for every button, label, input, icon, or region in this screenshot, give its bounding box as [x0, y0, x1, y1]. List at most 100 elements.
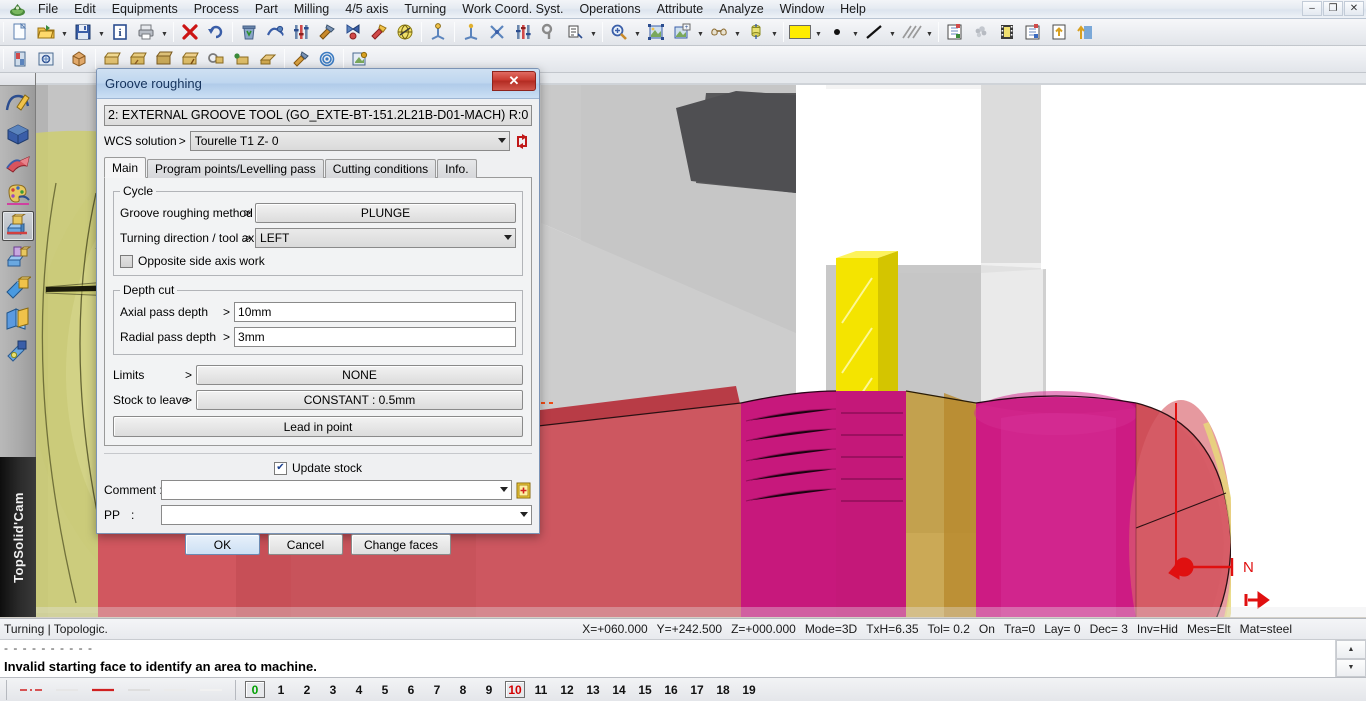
layer-button-3[interactable]: 3 — [323, 681, 343, 698]
linestyle-dashdot-swatch[interactable] — [13, 681, 49, 699]
scroll-up-button[interactable]: ▲ — [1336, 640, 1366, 659]
stock-icon[interactable] — [67, 48, 91, 71]
menu-milling[interactable]: Milling — [286, 0, 337, 19]
line-style-icon[interactable] — [862, 21, 886, 44]
sidebar-milling-icon[interactable] — [2, 242, 34, 272]
message-scroll-spinner[interactable]: ▲ ▼ — [1335, 640, 1366, 677]
sidebar-sketch-icon[interactable] — [2, 87, 34, 117]
ok-button[interactable]: OK — [184, 534, 260, 555]
color-dropdown-arrow[interactable]: ▼ — [813, 21, 824, 44]
view-add-dropdown-arrow[interactable]: ▼ — [695, 21, 706, 44]
parameters-icon[interactable] — [289, 21, 313, 44]
menu-work-coord-syst[interactable]: Work Coord. Syst. — [454, 0, 571, 19]
update-stock-row[interactable]: ✔ Update stock — [104, 461, 532, 475]
layer-button-17[interactable]: 17 — [687, 681, 707, 698]
layer-button-16[interactable]: 16 — [661, 681, 681, 698]
menu-help[interactable]: Help — [832, 0, 874, 19]
linestyle-light-3-swatch[interactable] — [193, 681, 229, 699]
close-button[interactable]: ✕ — [1344, 1, 1364, 16]
linestyle-light-2-swatch[interactable] — [157, 681, 193, 699]
hatch-style-icon[interactable] — [899, 21, 923, 44]
menu-turning[interactable]: Turning — [396, 0, 454, 19]
layer-button-1[interactable]: 1 — [271, 681, 291, 698]
probe-icon[interactable] — [537, 21, 561, 44]
menu-4-5-axis[interactable]: 4/5 axis — [337, 0, 396, 19]
tab-main[interactable]: Main — [104, 157, 147, 178]
sidebar-attribute-icon[interactable] — [2, 180, 34, 210]
cloud-points-icon[interactable] — [969, 21, 993, 44]
linestyle-faint-swatch[interactable] — [49, 681, 85, 699]
hammer-tool-icon[interactable] — [315, 21, 339, 44]
menu-window[interactable]: Window — [772, 0, 832, 19]
recycle-bin-icon[interactable] — [237, 21, 261, 44]
fit-view-icon[interactable] — [644, 21, 668, 44]
tab-info[interactable]: Info. — [437, 159, 477, 178]
draft-document-icon[interactable] — [34, 48, 58, 71]
layer-button-15[interactable]: 15 — [635, 681, 655, 698]
layer-button-13[interactable]: 13 — [583, 681, 603, 698]
layer-button-2[interactable]: 2 — [297, 681, 317, 698]
add-note-icon[interactable] — [515, 481, 532, 500]
machining-icon[interactable] — [367, 21, 391, 44]
layer-button-11[interactable]: 11 — [531, 681, 551, 698]
zoom-dropdown-arrow[interactable]: ▼ — [632, 21, 643, 44]
point-style-icon[interactable] — [825, 21, 849, 44]
lead-in-point-button[interactable]: Lead in point — [113, 416, 523, 437]
update-stock-checkbox[interactable]: ✔ — [273, 461, 287, 475]
sidebar-surface-icon[interactable] — [2, 149, 34, 179]
point-style-dropdown-arrow[interactable]: ▼ — [850, 21, 861, 44]
comment-combo[interactable] — [161, 480, 512, 500]
parameters2-icon[interactable] — [511, 21, 535, 44]
tree-manager-icon[interactable] — [943, 21, 967, 44]
layer-button-5[interactable]: 5 — [375, 681, 395, 698]
menu-attribute[interactable]: Attribute — [649, 0, 712, 19]
tab-program-points-levelling-pass[interactable]: Program points/Levelling pass — [147, 159, 324, 178]
radial-pass-depth-input[interactable]: 3mm — [234, 327, 516, 347]
menu-part[interactable]: Part — [247, 0, 286, 19]
axial-pass-depth-input[interactable]: 10mm — [234, 302, 516, 322]
view-add-icon[interactable]: + — [670, 21, 694, 44]
assembly-icon[interactable] — [341, 21, 365, 44]
save-icon[interactable] — [71, 21, 95, 44]
menu-equipments[interactable]: Equipments — [104, 0, 186, 19]
annotation-dropdown-arrow[interactable]: ▼ — [588, 21, 599, 44]
dialog-close-button[interactable]: ✕ — [492, 71, 536, 91]
layer-button-19[interactable]: 19 — [739, 681, 759, 698]
color-swatch-icon[interactable] — [788, 21, 812, 44]
layer-button-8[interactable]: 8 — [453, 681, 473, 698]
turning-direction-combo[interactable]: LEFT — [255, 228, 516, 248]
layer-button-9[interactable]: 9 — [479, 681, 499, 698]
part-document-icon[interactable] — [8, 48, 32, 71]
export-up-icon[interactable] — [1047, 21, 1071, 44]
sketch-icon[interactable] — [263, 21, 287, 44]
wcs-solution-combo[interactable]: Tourelle T1 Z- 0 — [189, 131, 510, 151]
import-icon[interactable] — [1073, 21, 1097, 44]
opposite-side-axis-checkbox[interactable] — [120, 254, 133, 268]
menu-edit[interactable]: Edit — [66, 0, 104, 19]
menu-file[interactable]: File — [30, 0, 66, 19]
snap-icon[interactable] — [485, 21, 509, 44]
limits-button[interactable]: NONE — [196, 365, 523, 385]
layer-button-18[interactable]: 18 — [713, 681, 733, 698]
render-dropdown-arrow[interactable]: ▼ — [769, 21, 780, 44]
layer-button-0[interactable]: 0 — [245, 681, 265, 698]
shading-dropdown-arrow[interactable]: ▼ — [732, 21, 743, 44]
new-document-icon[interactable] — [8, 21, 32, 44]
linestyle-light-1-swatch[interactable] — [121, 681, 157, 699]
layer-button-14[interactable]: 14 — [609, 681, 629, 698]
scroll-down-button[interactable]: ▼ — [1336, 658, 1366, 677]
opposite-side-axis-row[interactable]: Opposite side axis work — [120, 254, 516, 268]
document-info-icon[interactable]: i — [108, 21, 132, 44]
groove-roughing-method-button[interactable]: PLUNGE — [255, 203, 516, 223]
restore-button[interactable]: ❐ — [1323, 1, 1343, 16]
render-icon[interactable] — [744, 21, 768, 44]
delete-icon[interactable] — [178, 21, 202, 44]
sidebar-turning-icon[interactable] — [1, 211, 34, 241]
tab-cutting-conditions[interactable]: Cutting conditions — [324, 159, 437, 178]
cancel-button[interactable]: Cancel — [267, 534, 343, 555]
menu-operations[interactable]: Operations — [571, 0, 648, 19]
wcs-point-icon[interactable] — [426, 21, 450, 44]
linestyle-solid-red-swatch[interactable] — [85, 681, 121, 699]
shading-icon[interactable] — [707, 21, 731, 44]
open-folder-icon[interactable] — [34, 21, 58, 44]
